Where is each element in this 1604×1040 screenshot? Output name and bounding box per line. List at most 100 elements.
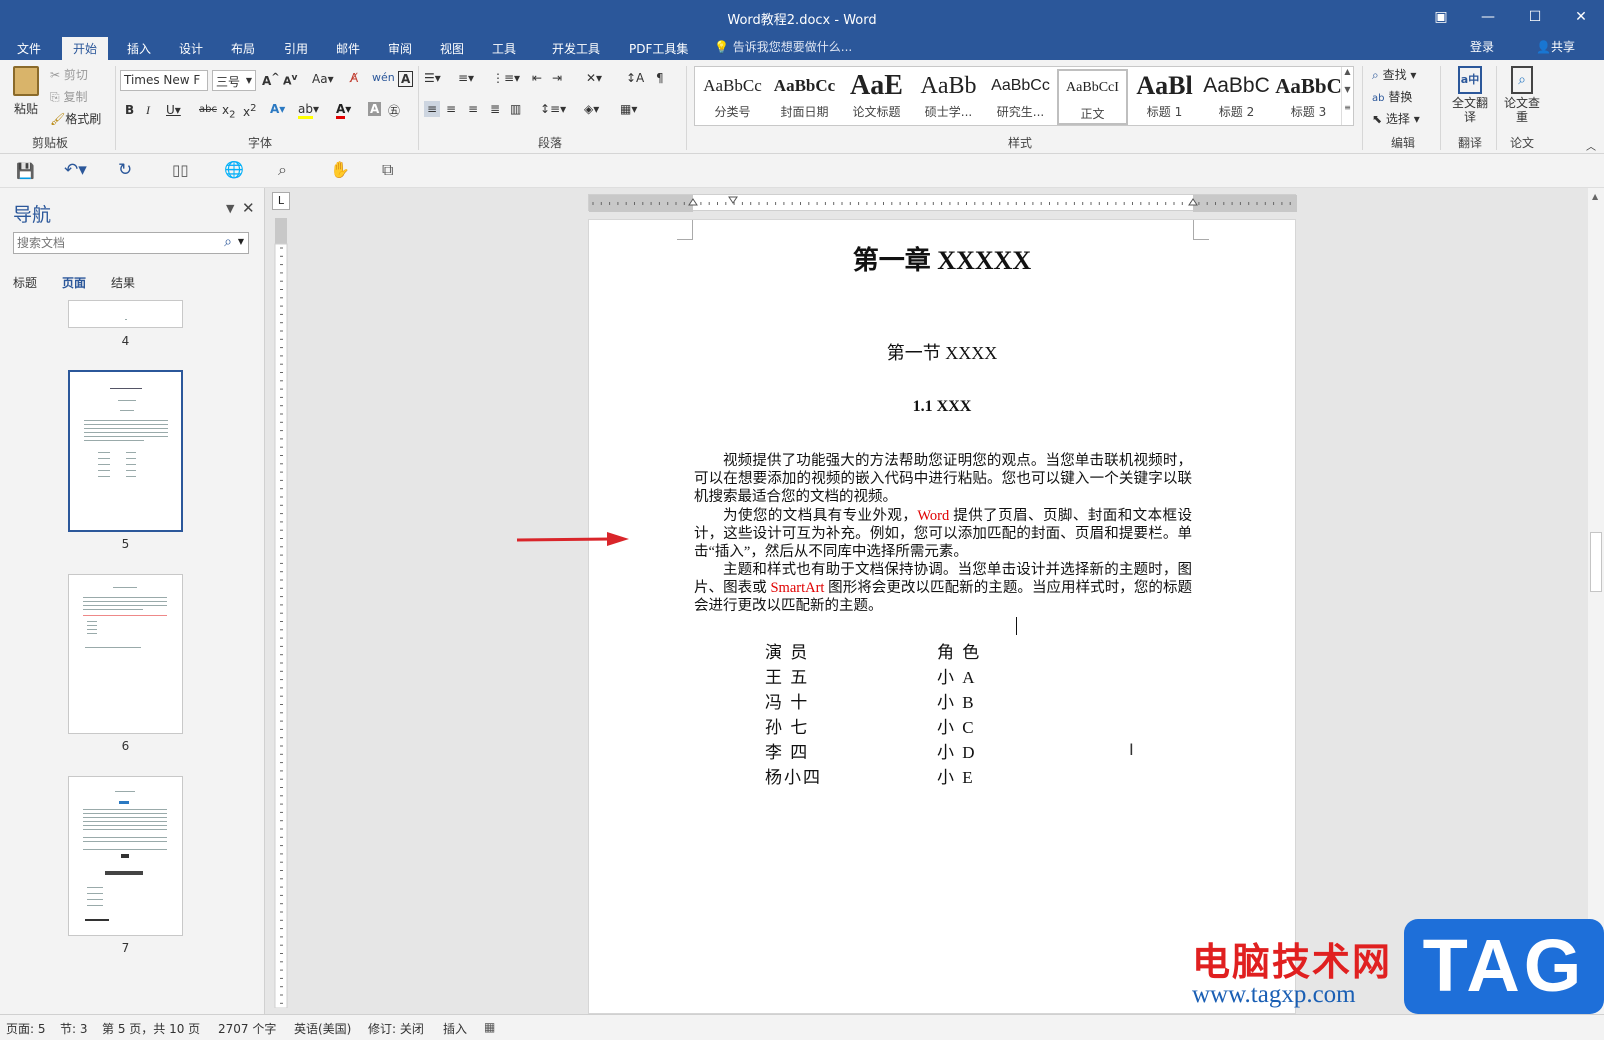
shading-icon[interactable]: ◈▾ <box>584 102 599 116</box>
asian-layout-icon[interactable]: ✕▾ <box>586 71 602 85</box>
tab-file[interactable]: 文件 <box>6 37 52 60</box>
enclose-char-icon[interactable]: ㊄ <box>388 102 400 119</box>
chapter-heading[interactable]: 第一章 XXXXX <box>589 240 1295 277</box>
tab-selector[interactable]: L <box>272 192 290 210</box>
chevron-down-icon[interactable]: ▼ <box>238 237 244 246</box>
status-track-changes[interactable]: 修订: 关闭 <box>368 1020 424 1037</box>
nav-tab-headings[interactable]: 标题 <box>13 274 37 291</box>
strikethrough-icon[interactable]: abc <box>199 104 217 115</box>
style-item[interactable]: AaBl 标题 1 <box>1129 69 1200 125</box>
format-painter-button[interactable]: 🖌格式刷 <box>50 110 101 127</box>
tab-pdf-tools[interactable]: PDF工具集 <box>618 37 699 60</box>
search-input[interactable] <box>14 233 204 253</box>
style-item[interactable]: AaBbCc 分类号 <box>697 69 768 125</box>
font-color-icon[interactable]: A▾ <box>336 102 351 119</box>
style-item[interactable]: AaE 论文标题 <box>841 69 912 125</box>
sort-icon[interactable]: ↕A <box>626 71 644 85</box>
touch-mode-icon[interactable]: ✋ <box>330 160 350 179</box>
bullets-icon[interactable]: ☰▾ <box>424 71 441 85</box>
nav-tab-pages[interactable]: 页面 <box>62 274 86 291</box>
scroll-thumb[interactable] <box>1590 532 1602 592</box>
tab-insert[interactable]: 插入 <box>116 37 162 60</box>
justify-icon[interactable]: ≣ <box>490 102 500 116</box>
align-center-icon[interactable]: ≡ <box>446 102 456 116</box>
print-preview-icon[interactable]: ⌕ <box>278 160 287 180</box>
cut-button[interactable]: ✂ 剪切 <box>50 66 88 83</box>
ribbon-display-icon[interactable]: ▣ <box>1418 0 1464 34</box>
style-item[interactable]: AaBbC 标题 2 <box>1201 69 1272 125</box>
paragraph[interactable]: 视频提供了功能强大的方法帮助您证明您的观点。当您单击联机视频时，可以在想要添加的… <box>694 452 1192 507</box>
font-size-select[interactable]: 三号 ▼ <box>212 70 256 91</box>
paragraph[interactable]: 主题和样式也有助于文档保持协调。当您单击设计并选择新的主题时，图片、图表或 Sm… <box>694 561 1192 616</box>
page-thumbnail-5[interactable] <box>68 370 183 532</box>
document-page[interactable]: 第一章 XXXXX 第一节 XXXX 1.1 XXX 视频提供了功能强大的方法帮… <box>588 219 1296 1014</box>
phonetic-guide-icon[interactable]: wén <box>372 71 395 84</box>
shrink-font-icon[interactable]: Av <box>283 72 297 88</box>
tab-mailings[interactable]: 邮件 <box>325 37 371 60</box>
font-name-select[interactable]: Times New F <box>120 70 208 91</box>
undo-icon[interactable]: ↶▾ <box>64 160 87 180</box>
search-icon[interactable]: ⌕ <box>224 234 232 250</box>
underline-icon[interactable]: U▾ <box>166 103 181 117</box>
signin-link[interactable]: 登录 <box>1470 38 1494 55</box>
status-word-count[interactable]: 2707 个字 <box>218 1020 276 1037</box>
tab-review[interactable]: 审阅 <box>377 37 423 60</box>
save-icon[interactable]: 💾 <box>16 162 35 180</box>
clear-format-icon[interactable]: A̸ <box>350 71 358 85</box>
grow-font-icon[interactable]: A^ <box>262 72 280 88</box>
text-effects-icon[interactable]: A▾ <box>270 102 285 116</box>
nav-tab-results[interactable]: 结果 <box>111 274 135 291</box>
close-button[interactable]: ✕ <box>1558 0 1604 34</box>
status-page-count[interactable]: 第 5 页，共 10 页 <box>102 1020 200 1037</box>
nav-options-icon[interactable]: ▼ <box>226 202 234 215</box>
section-heading[interactable]: 第一节 XXXX <box>589 339 1295 365</box>
replace-button[interactable]: ab 替换 <box>1372 88 1412 105</box>
vertical-scrollbar[interactable]: ▲ <box>1588 188 1604 1014</box>
decrease-indent-icon[interactable]: ⇤ <box>532 71 542 85</box>
macro-icon[interactable]: ▦ <box>484 1020 495 1034</box>
subscript-icon[interactable]: x2 <box>222 103 235 120</box>
select-button[interactable]: ⬉ 选择 ▾ <box>1372 110 1420 127</box>
tab-view[interactable]: 视图 <box>429 37 475 60</box>
superscript-icon[interactable]: x2 <box>243 103 256 119</box>
paste-button[interactable]: 粘贴 <box>8 66 44 117</box>
web-layout-icon[interactable]: 🌐 <box>224 160 244 179</box>
page-thumbnail-4[interactable] <box>68 300 183 328</box>
align-left-icon[interactable]: ≡ <box>424 101 441 117</box>
multilevel-list-icon[interactable]: ⋮≡▾ <box>492 71 520 85</box>
char-border-icon[interactable]: A <box>398 71 414 87</box>
tab-references[interactable]: 引用 <box>273 37 319 60</box>
numbering-icon[interactable]: ≡▾ <box>458 71 474 85</box>
char-shading-icon[interactable]: A <box>368 102 382 116</box>
style-item[interactable]: AaBbCcI 正文 <box>1057 69 1128 125</box>
minimize-button[interactable]: — <box>1465 0 1511 34</box>
redo-icon[interactable]: ↻ <box>118 160 132 180</box>
change-case-icon[interactable]: Aa▾ <box>312 72 334 86</box>
bold-icon[interactable]: B <box>125 103 134 117</box>
status-section[interactable]: 节: 3 <box>60 1020 88 1037</box>
tab-developer[interactable]: 开发工具 <box>541 37 611 60</box>
subsection-heading[interactable]: 1.1 XXX <box>589 398 1295 416</box>
align-right-icon[interactable]: ≡ <box>468 102 478 116</box>
tab-design[interactable]: 设计 <box>168 37 214 60</box>
increase-indent-icon[interactable]: ⇥ <box>552 71 562 85</box>
page-thumbnail-6[interactable] <box>68 574 183 734</box>
customize-icon[interactable]: ⧉ <box>382 160 393 180</box>
paper-check-button[interactable]: ⌕ 论文查重 <box>1502 66 1542 124</box>
maximize-button[interactable]: ☐ <box>1512 0 1558 34</box>
collapse-ribbon-icon[interactable]: ︿ <box>1586 138 1596 153</box>
status-page[interactable]: 页面: 5 <box>6 1020 46 1037</box>
distributed-icon[interactable]: ▥ <box>510 102 521 116</box>
copy-button[interactable]: ⎘ 复制 <box>50 88 87 105</box>
line-spacing-icon[interactable]: ↕≡▾ <box>540 102 566 116</box>
tab-tools[interactable]: 工具 <box>481 37 527 60</box>
find-button[interactable]: ⌕ 查找 ▾ <box>1372 66 1416 83</box>
style-item[interactable]: AaBbC 标题 3 <box>1273 69 1344 125</box>
status-insert-mode[interactable]: 插入 <box>443 1020 467 1037</box>
style-item[interactable]: AaBb 硕士学... <box>913 69 984 125</box>
share-button[interactable]: 👤共享 <box>1536 38 1575 55</box>
scroll-up-icon[interactable]: ▲ <box>1592 192 1598 201</box>
two-pages-icon[interactable]: ▯▯ <box>172 161 189 179</box>
style-item[interactable]: AaBbCc 研究生... <box>985 69 1056 125</box>
style-item[interactable]: AaBbCc 封面日期 <box>769 69 840 125</box>
